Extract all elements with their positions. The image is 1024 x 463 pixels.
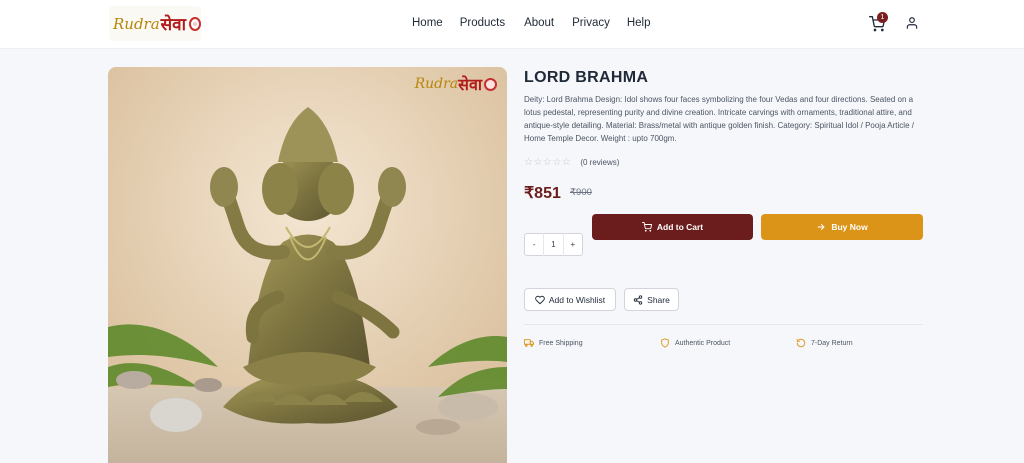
nav-help[interactable]: Help — [627, 17, 651, 29]
current-price: ₹851 — [524, 185, 561, 202]
product-rating: ☆☆☆☆☆ (0 reviews) — [524, 157, 619, 168]
logo-seal-icon — [189, 16, 201, 31]
add-to-cart-label: Add to Cart — [656, 222, 704, 232]
feature-label: 7-Day Return — [811, 339, 853, 347]
nav-products[interactable]: Products — [460, 17, 505, 29]
cart-count-badge: 1 — [877, 12, 888, 23]
feature-authentic-product: Authentic Product — [660, 338, 730, 348]
return-icon — [796, 338, 806, 348]
product-description: Deity: Lord Brahma Design: Idol shows fo… — [524, 95, 914, 143]
section-divider — [524, 324, 923, 325]
nav-about[interactable]: About — [524, 17, 554, 29]
increase-quantity-button[interactable]: + — [564, 240, 582, 249]
share-label: Share — [647, 294, 670, 305]
add-to-wishlist-button[interactable]: Add to Wishlist — [524, 288, 616, 311]
decrease-quantity-button[interactable]: - — [525, 240, 543, 249]
logo-text-seva: सेवा — [160, 15, 187, 35]
shield-icon — [660, 338, 670, 348]
feature-seven-day-return: 7-Day Return — [796, 338, 853, 348]
nav-home[interactable]: Home — [412, 17, 443, 29]
arrow-right-icon — [816, 222, 826, 232]
share-icon — [633, 294, 643, 305]
user-icon[interactable] — [905, 16, 919, 30]
brand-logo[interactable]: Rudra सेवा — [109, 6, 201, 41]
original-price: ₹900 — [570, 187, 592, 198]
wishlist-label: Add to Wishlist — [548, 294, 606, 305]
reviews-count[interactable]: (0 reviews) — [580, 158, 619, 167]
feature-label: Authentic Product — [675, 339, 731, 347]
heart-icon — [535, 295, 545, 305]
main-nav: Home Products About Privacy Help — [412, 17, 671, 29]
share-button[interactable]: Share — [624, 288, 679, 311]
quantity-value[interactable]: 1 — [544, 240, 562, 249]
idol-illustration — [108, 67, 507, 463]
buy-now-label: Buy Now — [831, 222, 868, 232]
watermark-seal-icon — [484, 77, 497, 91]
buy-now-button[interactable]: Buy Now — [761, 214, 923, 240]
site-header: Rudra सेवा Home Products About Privacy H… — [0, 0, 1024, 49]
truck-icon — [524, 338, 534, 348]
feature-label: Free Shipping — [539, 339, 583, 347]
product-image[interactable]: Rudra सेवा — [108, 67, 507, 463]
nav-privacy[interactable]: Privacy — [572, 17, 610, 29]
logo-text-rudra: Rudra — [113, 14, 160, 33]
cart-icon — [641, 222, 652, 232]
star-rating-icon: ☆☆☆☆☆ — [524, 157, 572, 168]
quantity-stepper: - 1 + — [524, 233, 583, 256]
product-title: LORD BRAHMA — [524, 69, 649, 86]
image-watermark-logo: Rudra सेवा — [415, 73, 497, 95]
feature-free-shipping: Free Shipping — [524, 338, 583, 348]
add-to-cart-button[interactable]: Add to Cart — [592, 214, 753, 240]
